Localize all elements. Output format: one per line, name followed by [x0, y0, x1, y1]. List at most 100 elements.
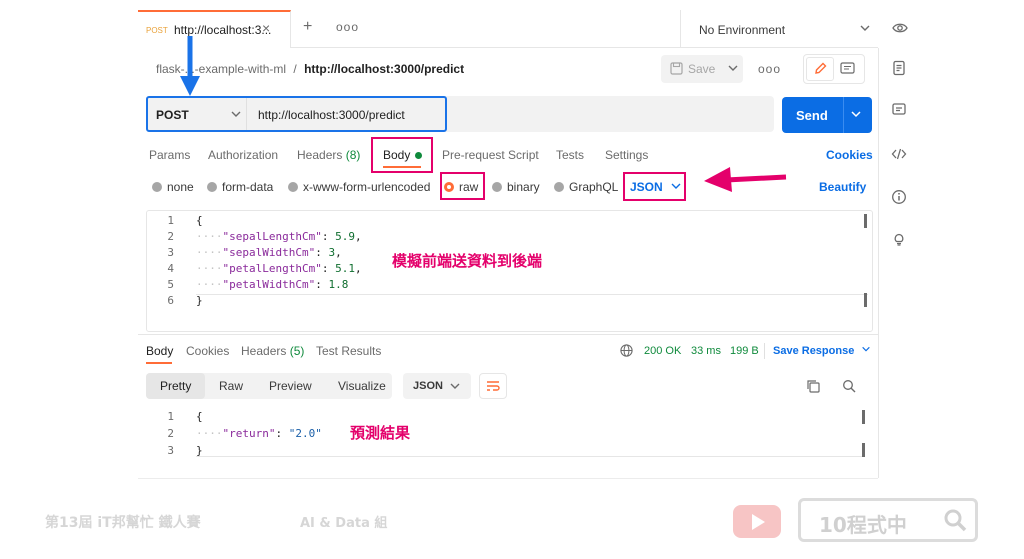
radio-form-data[interactable]: form-data	[207, 180, 273, 194]
breadcrumb-separator: /	[293, 62, 297, 76]
brand-label: 10程式中	[819, 513, 907, 537]
request-tab[interactable]: POST http://localhost:3... ×	[138, 10, 291, 48]
divider	[138, 334, 878, 335]
code-line: ····"sepalLengthCm": 5.9,	[196, 230, 362, 243]
format-preview[interactable]: Preview	[269, 379, 312, 393]
resp-tab-headers-label: Headers	[241, 344, 287, 358]
comment-mode-icon[interactable]	[840, 62, 855, 79]
new-tab-button[interactable]: +	[303, 18, 312, 36]
line-number: 3	[167, 444, 174, 457]
eye-icon[interactable]	[892, 20, 908, 39]
response-time[interactable]: 33 ms	[691, 345, 721, 357]
code-line: ····"petalWidthCm": 1.8	[196, 278, 349, 291]
line-number: 6	[167, 294, 174, 307]
format-visualize[interactable]: Visualize	[338, 379, 386, 393]
send-label: Send	[796, 108, 828, 123]
info-icon[interactable]	[891, 189, 907, 205]
save-button[interactable]: Save	[661, 55, 743, 83]
lightbulb-icon[interactable]	[891, 231, 907, 247]
line-number: 4	[167, 262, 174, 275]
search-icon[interactable]	[842, 379, 856, 396]
globe-icon[interactable]	[620, 344, 633, 360]
cookies-link[interactable]: Cookies	[826, 148, 873, 162]
tab-headers[interactable]: Headers (8)	[297, 148, 360, 162]
resp-tab-body[interactable]: Body	[146, 344, 173, 358]
radio-binary-label: binary	[507, 180, 540, 194]
response-format-tabs: Pretty Raw Preview Visualize	[146, 373, 392, 399]
beautify-link[interactable]: Beautify	[819, 180, 866, 194]
save-icon	[670, 62, 683, 78]
radio-dot	[152, 182, 162, 192]
chevron-down-icon[interactable]	[850, 107, 862, 124]
more-tabs-icon[interactable]: ooo	[336, 20, 359, 34]
event-watermark: 第13屆 iT邦幫忙 鐵人賽	[45, 515, 201, 531]
divider	[843, 97, 844, 133]
status-code[interactable]: 200 OK	[644, 345, 681, 357]
resp-tab-cookies[interactable]: Cookies	[186, 344, 229, 358]
radio-dot	[554, 182, 564, 192]
format-raw[interactable]: Raw	[219, 379, 243, 393]
breadcrumb-collection[interactable]: flask-...-example-with-ml	[156, 62, 286, 76]
tab-authorization[interactable]: Authorization	[208, 148, 278, 162]
tab-settings[interactable]: Settings	[605, 148, 648, 162]
radio-none-label: none	[167, 180, 194, 194]
view-mode-toggle	[803, 54, 865, 84]
copy-icon[interactable]	[806, 379, 820, 396]
environment-selector[interactable]: No Environment	[680, 10, 878, 48]
save-response-button[interactable]: Save Response	[773, 344, 871, 357]
code-line: ····"petalLengthCm": 5.1,	[196, 262, 362, 275]
more-actions-icon[interactable]: ooo	[758, 62, 781, 76]
code-line: ····"sepalWidthCm": 3,	[196, 246, 342, 259]
scrollbar-thumb[interactable]	[864, 293, 867, 307]
edit-mode-button[interactable]	[806, 57, 834, 81]
scrollbar[interactable]	[864, 214, 867, 228]
radio-urlencoded-label: x-www-form-urlencoded	[303, 180, 431, 194]
wrap-lines-button[interactable]	[479, 373, 507, 399]
annotation-highlight-json	[623, 172, 686, 201]
tab-method: POST	[146, 26, 168, 35]
radio-binary[interactable]: binary	[492, 180, 540, 194]
close-icon[interactable]: ×	[262, 20, 270, 36]
save-response-label: Save Response	[773, 345, 855, 357]
annotation-arrow-down	[178, 36, 202, 101]
resp-tab-tests[interactable]: Test Results	[316, 344, 381, 358]
line-number: 1	[167, 410, 174, 423]
send-button[interactable]: Send	[782, 97, 872, 133]
brand-logo: 10程式中	[798, 498, 978, 542]
annotation-result: 預測結果	[350, 424, 411, 442]
scrollbar[interactable]	[862, 410, 865, 424]
comments-icon[interactable]	[891, 102, 907, 118]
radio-urlencoded[interactable]: x-www-form-urlencoded	[288, 180, 430, 194]
tab-headers-label: Headers	[297, 148, 343, 162]
tab-params[interactable]: Params	[149, 148, 190, 162]
tab-tests[interactable]: Tests	[556, 148, 584, 162]
tab-prerequest[interactable]: Pre-request Script	[442, 148, 539, 162]
breadcrumb-request: http://localhost:3000/predict	[304, 62, 465, 76]
radio-form-data-label: form-data	[222, 180, 274, 194]
chevron-down-icon[interactable]	[727, 61, 739, 78]
radio-none[interactable]: none	[152, 180, 194, 194]
line-number: 2	[167, 230, 174, 243]
resp-headers-count: (5)	[289, 344, 305, 358]
code-icon[interactable]	[891, 146, 907, 162]
line-number: 5	[167, 278, 174, 291]
search-icon	[944, 509, 967, 532]
headers-count: (8)	[345, 148, 361, 162]
documentation-icon[interactable]	[891, 60, 907, 76]
format-pretty[interactable]: Pretty	[160, 379, 191, 393]
active-tab-indicator	[146, 362, 172, 364]
response-size[interactable]: 199 B	[730, 345, 759, 357]
scrollbar-thumb[interactable]	[862, 443, 865, 457]
divider	[138, 478, 878, 479]
response-language-select[interactable]: JSON	[403, 373, 471, 399]
radio-graphql-label: GraphQL	[569, 180, 619, 194]
annotation-highlight-body	[371, 137, 433, 173]
divider	[764, 343, 765, 359]
radio-dot	[288, 182, 298, 192]
radio-graphql[interactable]: GraphQL	[554, 180, 618, 194]
code-line: {	[196, 214, 203, 227]
breadcrumb: flask-...-example-with-ml / http://local…	[156, 62, 464, 76]
resp-tab-headers[interactable]: Headers (5)	[241, 344, 304, 358]
code-line: ····"return": "2.0"	[196, 427, 322, 440]
environment-label: No Environment	[699, 23, 786, 37]
